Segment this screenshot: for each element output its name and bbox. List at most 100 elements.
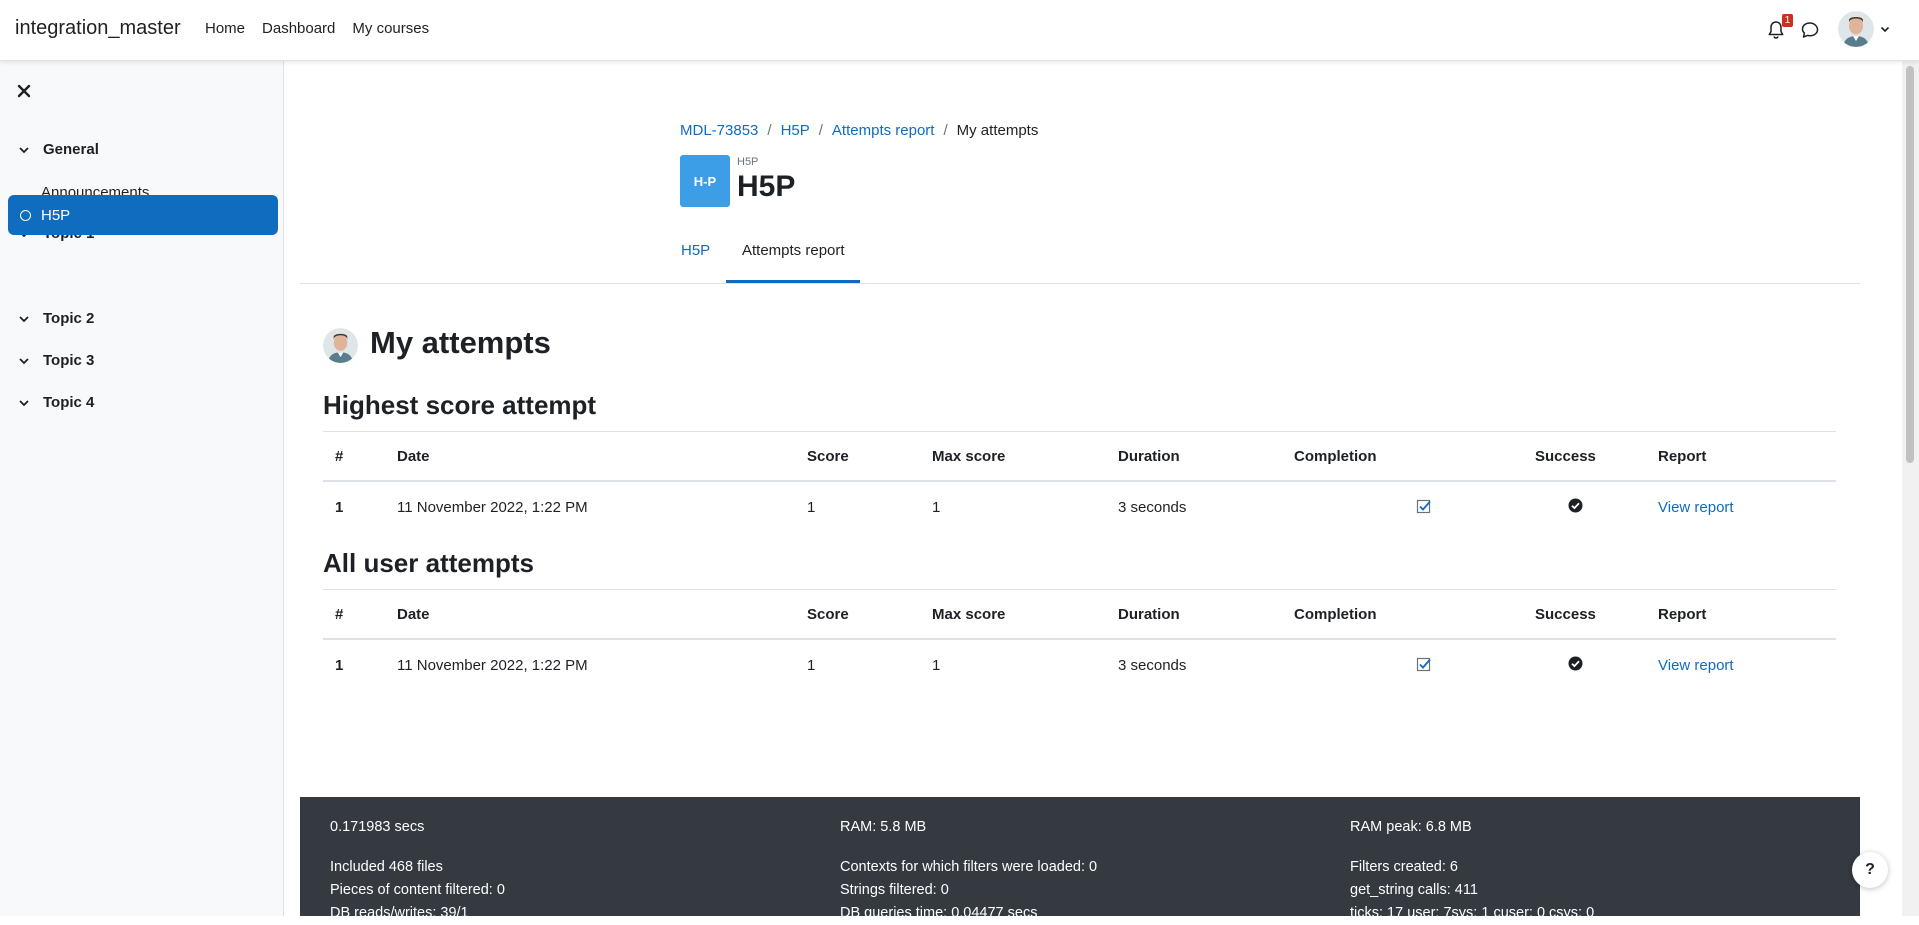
top-navbar: integration_master Home Dashboard My cou… [0, 0, 1919, 61]
view-report-link[interactable]: View report [1658, 499, 1734, 516]
module-type-label: H5P [737, 156, 759, 168]
view-report-link[interactable]: View report [1658, 657, 1734, 674]
breadcrumb-course[interactable]: MDL-73853 [680, 122, 758, 139]
highest-score-table: # Date Score Max score Duration Completi… [323, 431, 1836, 533]
column-header: Max score [920, 431, 1106, 482]
column-header: Duration [1106, 431, 1282, 482]
perf-ticks: ticks: 17 user: 7sys: 1 cuser: 0 csys: 0 [1350, 905, 1595, 921]
attempt-max-score: 1 [932, 499, 941, 516]
perf-get-string-calls: get_string calls: 411 [1350, 882, 1478, 898]
breadcrumb-separator: / [943, 122, 948, 139]
messages-icon[interactable] [1800, 20, 1820, 40]
page-title: H5P [737, 170, 796, 203]
site-brand[interactable]: integration_master [15, 17, 181, 40]
user-avatar [323, 328, 358, 363]
attempt-score: 1 [807, 657, 816, 674]
secondary-navigation: H5P Attempts report [300, 230, 1860, 284]
breadcrumb-activity[interactable]: H5P [781, 122, 810, 139]
completion-checkbox-icon [1416, 657, 1431, 671]
column-header: # [323, 589, 385, 640]
activity-label: H5P [41, 206, 71, 224]
perf-included-files: Included 468 files [330, 859, 443, 875]
perf-db-query-time: DB queries time: 0.04477 secs [840, 905, 1038, 921]
notification-count-badge: 1 [1782, 14, 1793, 27]
perf-content-filtered: Pieces of content filtered: 0 [330, 882, 505, 898]
help-button[interactable]: ? [1852, 852, 1888, 888]
perf-column-1: 0.171983 secs Included 468 files Pieces … [330, 816, 505, 925]
user-avatar[interactable] [1838, 11, 1874, 47]
attempt-number: 1 [335, 499, 344, 516]
section-general[interactable]: General [18, 141, 99, 158]
breadcrumb-separator: / [767, 122, 772, 139]
all-attempts-heading: All user attempts [323, 548, 534, 578]
attempt-max-score: 1 [932, 657, 941, 674]
completion-checkbox-icon [1416, 499, 1431, 513]
perf-strings-filtered: Strings filtered: 0 [840, 882, 949, 898]
tab-attempts-report[interactable]: Attempts report [742, 242, 845, 259]
column-header: Date [385, 589, 795, 640]
column-header: # [323, 431, 385, 482]
primary-navigation: Home Dashboard My courses [205, 20, 446, 37]
success-check-circle-icon [1568, 656, 1583, 671]
highest-score-heading: Highest score attempt [323, 390, 597, 420]
perf-time: 0.171983 secs [330, 819, 425, 835]
close-icon[interactable] [16, 83, 32, 99]
section-label: Topic 3 [43, 352, 95, 369]
scrollbar-thumb[interactable] [1906, 66, 1914, 463]
attempt-score: 1 [807, 499, 816, 516]
nav-my-courses[interactable]: My courses [352, 20, 429, 37]
column-header: Score [795, 431, 920, 482]
attempt-completion [1282, 639, 1523, 691]
perf-db-reads-writes: DB reads/writes: 39/1 [330, 905, 469, 921]
attempt-number: 1 [335, 657, 344, 674]
section-topic-4[interactable]: Topic 4 [18, 394, 94, 411]
attempt-success [1523, 639, 1646, 691]
nav-home[interactable]: Home [205, 20, 245, 37]
section-topic-3[interactable]: Topic 3 [18, 352, 94, 369]
chevron-down-icon[interactable] [18, 144, 30, 156]
active-tab-indicator [726, 280, 860, 283]
column-header: Duration [1106, 589, 1282, 640]
breadcrumb-separator: / [818, 122, 823, 139]
column-header: Max score [920, 589, 1106, 640]
table-header-row: # Date Score Max score Duration Completi… [323, 589, 1836, 640]
perf-ram-peak: RAM peak: 6.8 MB [1350, 819, 1472, 835]
attempt-duration: 3 seconds [1118, 499, 1187, 516]
perf-ram: RAM: 5.8 MB [840, 819, 927, 835]
tab-h5p[interactable]: H5P [681, 242, 710, 259]
chevron-down-icon[interactable] [18, 313, 30, 325]
performance-footer: 0.171983 secs Included 468 files Pieces … [300, 797, 1860, 921]
attempt-completion [1282, 481, 1523, 533]
attempt-date: 11 November 2022, 1:22 PM [397, 499, 588, 516]
section-label: General [43, 141, 99, 158]
column-header: Report [1646, 589, 1836, 640]
column-header: Success [1523, 431, 1646, 482]
column-header: Date [385, 431, 795, 482]
my-attempts-heading: My attempts [370, 325, 551, 360]
h5p-module-icon: H-P [680, 155, 730, 207]
perf-filters-created: Filters created: 6 [1350, 859, 1458, 875]
chevron-down-icon[interactable] [1880, 24, 1890, 34]
activity-h5p-active[interactable]: H5P [8, 195, 278, 235]
section-label: Topic 2 [43, 310, 95, 327]
chevron-down-icon[interactable] [18, 397, 30, 409]
section-topic-2[interactable]: Topic 2 [18, 310, 94, 327]
perf-column-2: RAM: 5.8 MB Contexts for which filters w… [840, 816, 1097, 925]
course-index-drawer: General Announcements Topic 1 Topic 2 To… [0, 61, 284, 916]
section-label: Topic 4 [43, 394, 95, 411]
column-header: Success [1523, 589, 1646, 640]
all-attempts-table: # Date Score Max score Duration Completi… [323, 589, 1836, 691]
perf-filter-contexts: Contexts for which filters were loaded: … [840, 859, 1098, 875]
success-check-circle-icon [1568, 498, 1583, 513]
table-row: 1 11 November 2022, 1:22 PM 1 1 3 second… [323, 639, 1836, 691]
breadcrumb-attempts-report[interactable]: Attempts report [832, 122, 935, 139]
perf-column-3: RAM peak: 6.8 MB Filters created: 6 get_… [1350, 816, 1594, 925]
table-header-row: # Date Score Max score Duration Completi… [323, 431, 1836, 482]
breadcrumb: MDL-73853 / H5P / Attempts report / My a… [680, 122, 1038, 139]
column-header: Completion [1282, 431, 1523, 482]
chevron-down-icon[interactable] [18, 355, 30, 367]
nav-dashboard[interactable]: Dashboard [262, 20, 335, 37]
attempt-success [1523, 481, 1646, 533]
attempt-duration: 3 seconds [1118, 657, 1187, 674]
column-header: Score [795, 589, 920, 640]
